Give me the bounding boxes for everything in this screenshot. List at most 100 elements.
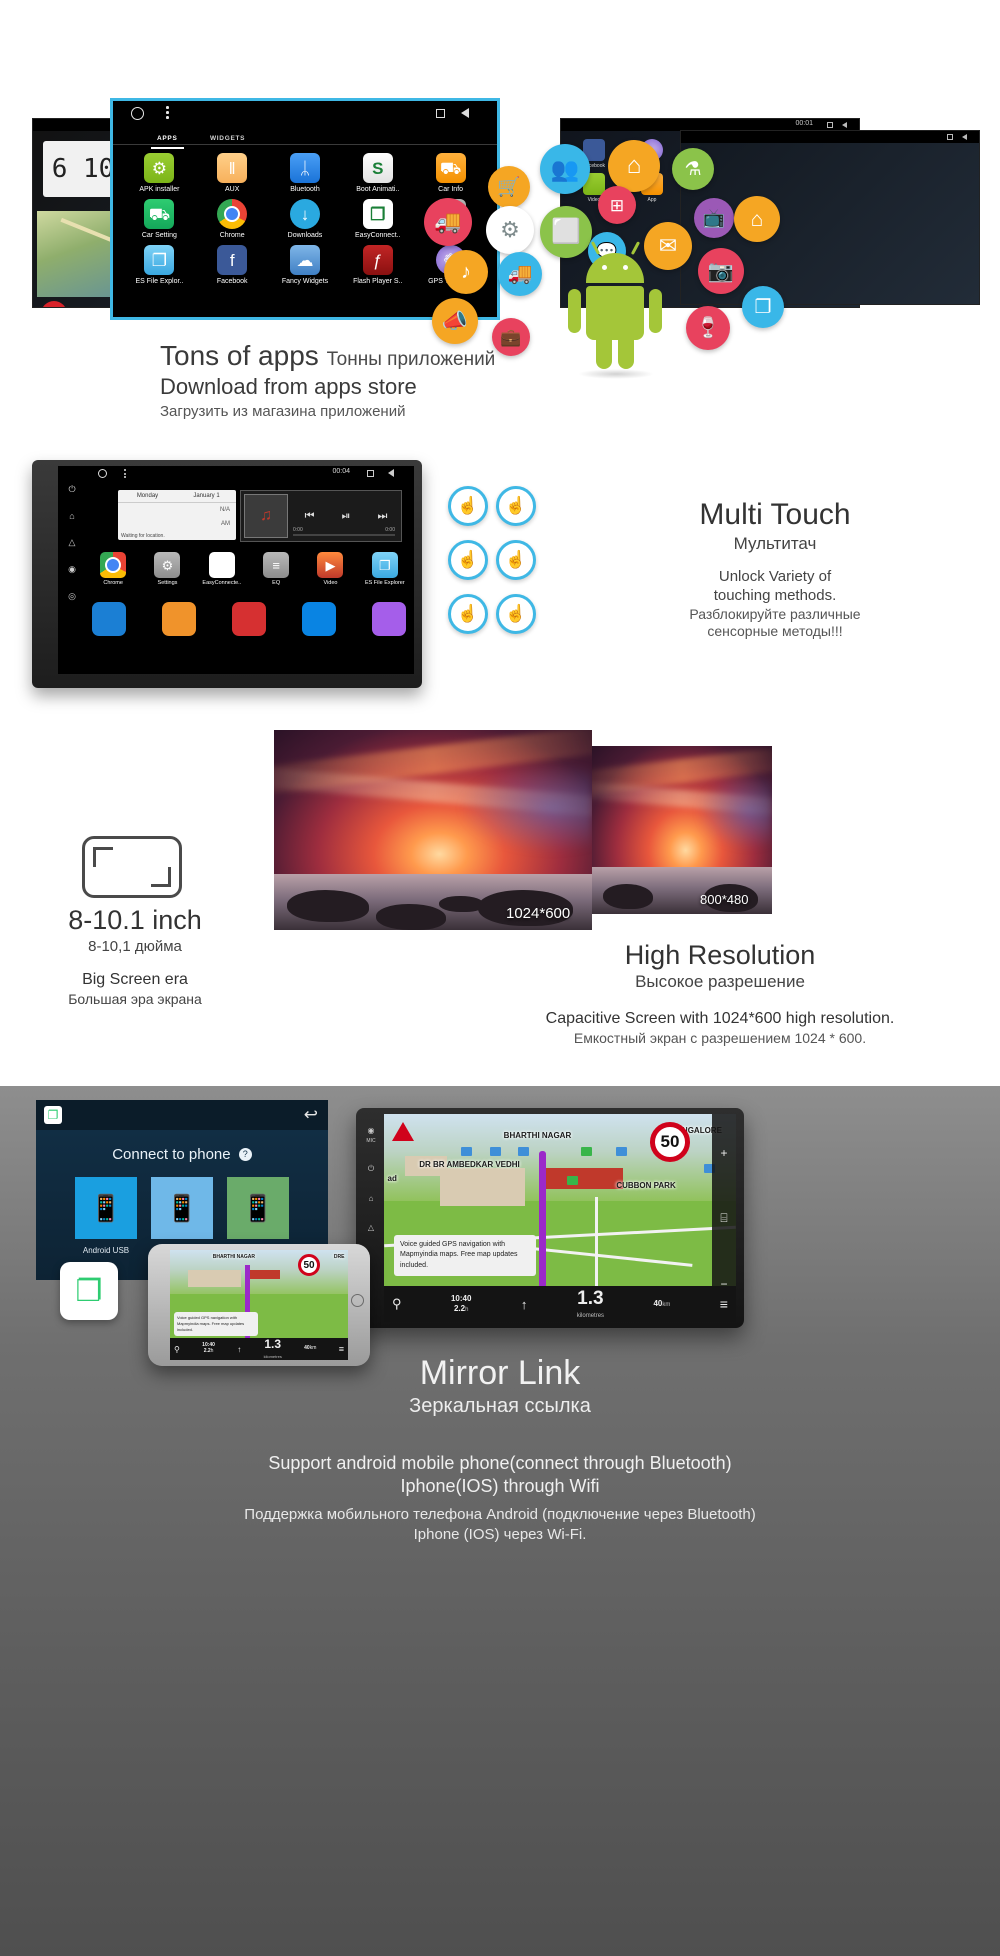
- clock-weather-widget[interactable]: Monday January 1 N/A AM Waiting for loca…: [118, 490, 236, 540]
- dock-item-0[interactable]: [92, 602, 126, 636]
- device-app-cell[interactable]: Chrome: [88, 552, 138, 586]
- phone-map-label: BHARTHI NAGAR: [212, 1254, 255, 1261]
- launcher-tabs: APPS WIDGETS: [113, 127, 497, 149]
- home-circle-icon[interactable]: [98, 469, 107, 478]
- home-icon[interactable]: ⌂: [360, 1194, 382, 1203]
- play-pause-icon[interactable]: ⏯: [342, 510, 351, 523]
- icon-glyph: ᛦ: [299, 158, 311, 178]
- nav-icon[interactable]: △: [360, 1223, 382, 1232]
- screen-size-sub-ru: Большая эра экрана: [68, 991, 202, 1007]
- device-screen[interactable]: 00:04 ⏻ ⌂ △ ◉ ◎ Monday January 1 N/A AM …: [58, 466, 414, 674]
- phone-icon: 📱: [241, 1192, 275, 1223]
- widget-day: Monday: [136, 493, 159, 499]
- app-cell-boot-animati[interactable]: S Boot Animati..: [341, 153, 414, 193]
- dock-item-2[interactable]: [232, 602, 266, 636]
- tab-widgets[interactable]: WIDGETS: [204, 133, 251, 147]
- easyconnect-icon: ❐: [44, 1106, 62, 1124]
- overflow-menu-icon[interactable]: [166, 106, 169, 121]
- search-icon[interactable]: ⚲: [174, 1345, 180, 1354]
- power-icon[interactable]: ⏻: [360, 1164, 382, 1174]
- search-icon[interactable]: ⚲: [392, 1296, 402, 1312]
- app-cell-facebook[interactable]: f Facebook: [196, 245, 269, 285]
- app-cell-es-file-explor[interactable]: ❐ ES File Explor..: [123, 245, 196, 285]
- apps-headline-block: Tons of apps Тонны приложений Download f…: [160, 340, 580, 420]
- square-icon: [827, 122, 833, 128]
- direction-arrow-icon: ↑: [237, 1344, 242, 1354]
- back-triangle-icon[interactable]: [388, 469, 394, 477]
- help-icon[interactable]: ?: [238, 1148, 252, 1161]
- app-cell-downloads[interactable]: ↓ Downloads: [269, 199, 342, 239]
- phone-home-button[interactable]: [351, 1294, 364, 1307]
- headline-ru: Тонны приложений: [326, 349, 496, 370]
- back-arrow-icon[interactable]: ↩: [304, 1105, 318, 1125]
- chrome-icon: [217, 199, 248, 229]
- dock-item-1[interactable]: [162, 602, 196, 636]
- app-cell-easyconnect[interactable]: ❐ EasyConnect..: [341, 199, 414, 239]
- es-file-explorer-icon: ❐: [371, 552, 398, 578]
- connect-card-3[interactable]: 📱: [227, 1177, 289, 1239]
- mirror-link-section: ❐ ↩ Connect to phone ? 📱 Android USB 📱 📱 ❐ …: [0, 1086, 1000, 1956]
- tab-apps[interactable]: APPS: [151, 133, 184, 149]
- dock-item-4[interactable]: [372, 602, 406, 636]
- nav-icon[interactable]: △: [62, 537, 82, 548]
- icon-glyph: f: [229, 250, 235, 270]
- device-app-cell[interactable]: ▶ Video: [305, 552, 355, 586]
- connect-card-1[interactable]: 📱 Android USB: [75, 1177, 137, 1255]
- grid-icon[interactable]: ⌸: [720, 1211, 727, 1226]
- device-app-label: EasyConnecte..: [202, 580, 242, 586]
- mirror-title-en: Mirror Link: [419, 1354, 581, 1392]
- progress-bar[interactable]: [293, 534, 395, 536]
- nav-distance: 1.3 kilometres: [577, 1288, 604, 1320]
- device-app-cell[interactable]: ❐ EasyConnecte..: [197, 552, 247, 586]
- app-cell-fancy-widgets[interactable]: ☁ Fancy Widgets: [269, 245, 342, 285]
- connect-card-2[interactable]: 📱: [151, 1177, 213, 1239]
- volume-up-icon[interactable]: ◎: [62, 591, 82, 602]
- nav-bottom-bar[interactable]: ⚲ 10:40 2.2h ↑ 1.3 kilometres 40km ≡: [384, 1286, 736, 1322]
- icon-glyph: S: [372, 158, 384, 178]
- volume-down-icon[interactable]: ◉: [62, 564, 82, 575]
- app-cell-chrome[interactable]: Chrome: [196, 199, 269, 239]
- app-cell-aux[interactable]: ‖ AUX: [196, 153, 269, 193]
- zoom-in-icon[interactable]: +: [720, 1146, 727, 1160]
- device-app-cell[interactable]: ⚙ Settings: [142, 552, 192, 586]
- overflow-menu-icon[interactable]: [124, 469, 126, 480]
- previous-icon[interactable]: ⏮: [305, 510, 315, 523]
- background-statusbar-right: [681, 131, 979, 143]
- gps-map-view[interactable]: BHARTHI NAGAR BANGALORE DR BR AMBEDKAR V…: [384, 1114, 736, 1322]
- menu-icon[interactable]: ≡: [720, 1296, 728, 1312]
- next-icon[interactable]: ⏭: [378, 510, 388, 523]
- home-icon[interactable]: ⌂: [62, 511, 82, 521]
- dock-item-3[interactable]: [302, 602, 336, 636]
- phone-map-label-2: DRE: [333, 1254, 345, 1261]
- desc-en-2: touching methods.: [713, 586, 837, 604]
- menu-icon[interactable]: ≡: [339, 1344, 344, 1354]
- home-circle-icon[interactable]: [131, 107, 144, 120]
- mic-icon[interactable]: ◉ MIC: [360, 1126, 382, 1144]
- app-cell-bluetooth[interactable]: ᛦ Bluetooth: [269, 153, 342, 193]
- megaphone-icon: 📣: [432, 298, 478, 344]
- bubble-glyph: ⚙: [500, 217, 520, 242]
- app-cell-apk-installer[interactable]: ⚙ APK installer: [123, 153, 196, 193]
- bubble-glyph: ❐: [754, 296, 772, 318]
- device-app-cell[interactable]: ≡ EQ: [251, 552, 301, 586]
- music-player-widget[interactable]: ♫ ⏮ ⏯ ⏭ 0:00 0:00: [240, 490, 402, 542]
- nav-voice-tip: Voice guided GPS navigation with Mapmyin…: [394, 1234, 536, 1276]
- device-app-cell[interactable]: ❐ ES File Explorer: [360, 552, 410, 586]
- recents-square-icon[interactable]: [436, 109, 445, 118]
- chrome-icon: [100, 552, 127, 578]
- recents-square-icon[interactable]: [367, 470, 374, 477]
- device-side-bar: ⏻ ⌂ △ ◉ ◎: [62, 484, 82, 618]
- app-label: Car Info: [438, 186, 464, 193]
- app-cell-car-info[interactable]: ⛟ Car Info: [414, 153, 487, 193]
- power-icon[interactable]: ⏻: [62, 484, 82, 495]
- bubble-glyph: 👥: [550, 155, 580, 182]
- resolution-label-large: 1024*600: [506, 905, 571, 922]
- nav-eta: 2.2: [453, 1303, 466, 1313]
- back-triangle-icon[interactable]: [461, 108, 469, 118]
- multi-touch-text-block: Multi Touch Мультитач Unlock Variety of …: [565, 498, 985, 641]
- app-cell-flash-player-s[interactable]: ƒ Flash Player S..: [341, 245, 414, 285]
- app-cell-car-setting[interactable]: ⛟ Car Setting: [123, 199, 196, 239]
- mirror-desc-en: Support android mobile phone(connect thr…: [0, 1452, 1000, 1499]
- phone-screen[interactable]: BHARTHI NAGAR DRE 50 Voice guided GPS na…: [170, 1250, 348, 1360]
- multi-touch-title-ru: Мультитач: [733, 534, 817, 553]
